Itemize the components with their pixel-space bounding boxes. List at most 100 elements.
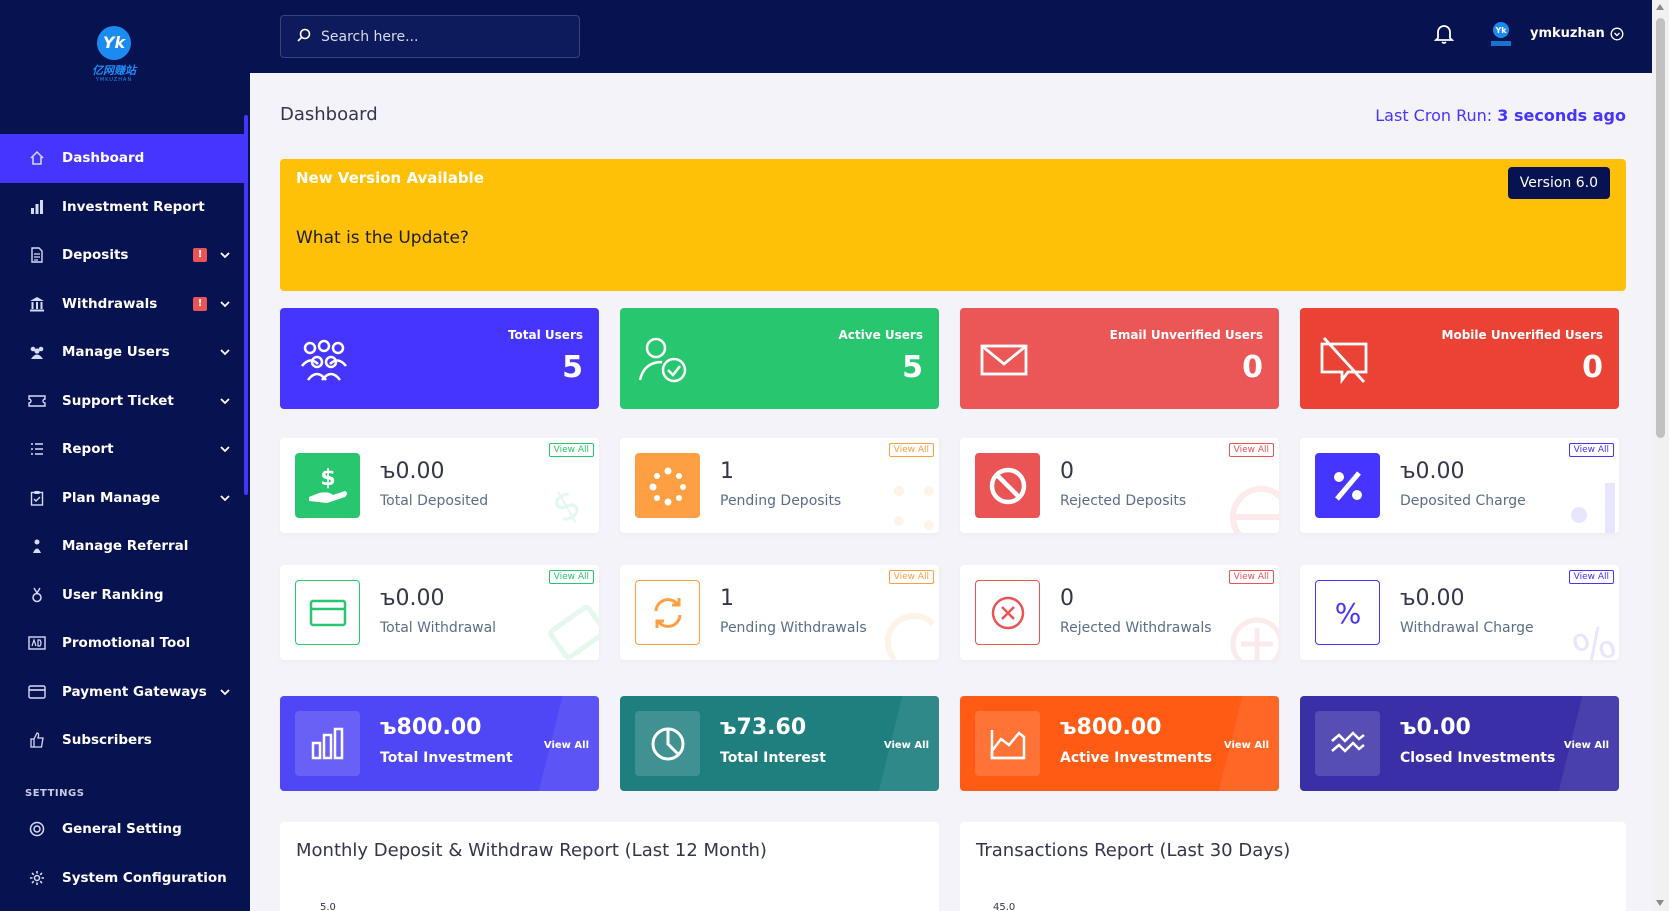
- card-total-interest[interactable]: ъ73.60 Total Interest View All: [620, 696, 939, 791]
- sidebar-item-dashboard[interactable]: Dashboard: [0, 134, 244, 183]
- ban-icon: [975, 453, 1040, 518]
- sidebar-item-report[interactable]: Report: [0, 425, 244, 474]
- sidebar-item-subscribers[interactable]: Subscribers: [0, 716, 244, 765]
- search-box: [280, 15, 580, 58]
- card-active-investments[interactable]: ъ800.00 Active Investments View All: [960, 696, 1279, 791]
- sidebar-item-payment-gateways[interactable]: Payment Gateways: [0, 668, 244, 717]
- sidebar-item-investment-report[interactable]: Investment Report: [0, 183, 244, 232]
- view-all-link[interactable]: View All: [884, 740, 929, 751]
- sidebar-item-label: Promotional Tool: [62, 635, 191, 652]
- stat-card-mobile-unverified[interactable]: Mobile Unverified Users 0: [1300, 308, 1619, 409]
- banner-title: New Version Available: [296, 169, 484, 187]
- ticket-icon: [28, 392, 46, 410]
- version-badge: Version 6.0: [1507, 167, 1610, 199]
- percent-icon: %: [1315, 580, 1380, 645]
- watermark-percent-icon: [1565, 477, 1619, 533]
- card-label: Total Withdrawal: [380, 620, 497, 636]
- username[interactable]: ymkuzhan: [1530, 26, 1605, 41]
- sidebar-item-label: Withdrawals: [62, 295, 158, 312]
- hand-money-icon: $: [295, 453, 360, 518]
- user-check-icon: [638, 336, 690, 384]
- view-all-link[interactable]: View All: [888, 443, 934, 457]
- home-icon: [28, 149, 46, 167]
- chevron-down-icon: [218, 248, 232, 262]
- card-deposited-charge[interactable]: ъ0.00 Deposited Charge View All: [1300, 438, 1619, 533]
- scroll-up-arrow-icon[interactable]: [1656, 4, 1664, 10]
- bell-icon[interactable]: [1433, 22, 1455, 44]
- avatar[interactable]: Yk: [1487, 20, 1515, 48]
- sidebar-item-plan-manage[interactable]: Plan Manage: [0, 474, 244, 523]
- view-all-link[interactable]: View All: [1568, 570, 1614, 584]
- sidebar-item-user-ranking[interactable]: User Ranking: [0, 571, 244, 620]
- stat-value: 0: [1582, 350, 1603, 385]
- card-label: Closed Investments: [1400, 750, 1556, 766]
- card-total-investment[interactable]: ъ800.00 Total Investment View All: [280, 696, 599, 791]
- stat-label: Mobile Unverified Users: [1441, 328, 1603, 342]
- scroll-down-arrow-icon[interactable]: [1656, 900, 1664, 906]
- card-pending-withdrawals[interactable]: 1 Pending Withdrawals View All: [620, 565, 939, 660]
- view-all-link[interactable]: View All: [1564, 740, 1609, 751]
- stat-card-total-users[interactable]: Total Users 5: [280, 308, 599, 409]
- chevron-circle-down-icon[interactable]: [1610, 26, 1624, 41]
- sidebar-item-manage-users[interactable]: Manage Users: [0, 328, 244, 377]
- y-axis-tick: 45.0: [993, 902, 1016, 911]
- svg-text:$: $: [320, 466, 335, 491]
- svg-text:%: %: [1566, 616, 1619, 660]
- sidebar-item-manage-referral[interactable]: Manage Referral: [0, 522, 244, 571]
- sidebar-item-label: System Configuration: [62, 869, 227, 886]
- view-all-link[interactable]: View All: [544, 740, 589, 751]
- thumbs-up-icon: [28, 731, 46, 749]
- card-label: Total Investment: [380, 750, 513, 766]
- view-all-link[interactable]: View All: [1228, 443, 1274, 457]
- view-all-link[interactable]: View All: [1224, 740, 1269, 751]
- sidebar-item-promotional-tool[interactable]: Promotional Tool: [0, 619, 244, 668]
- stat-label: Total Users: [507, 328, 583, 342]
- svg-text:$: $: [545, 480, 589, 533]
- pie-chart-icon: [635, 711, 700, 776]
- search-input[interactable]: [321, 28, 571, 45]
- card-total-deposited[interactable]: $ ъ0.00 Total Deposited View All $: [280, 438, 599, 533]
- sidebar-item-label: Manage Users: [62, 344, 170, 361]
- sidebar-scrollbar[interactable]: [244, 115, 248, 495]
- view-all-link[interactable]: View All: [548, 570, 594, 584]
- stat-label: Email Unverified Users: [1109, 328, 1263, 342]
- view-all-link[interactable]: View All: [548, 443, 594, 457]
- view-all-link[interactable]: View All: [1568, 443, 1614, 457]
- sidebar-item-withdrawals[interactable]: Withdrawals !: [0, 280, 244, 329]
- card-closed-investments[interactable]: ъ0.00 Closed Investments View All: [1300, 696, 1619, 791]
- sidebar-item-label: General Setting: [62, 821, 182, 838]
- watermark-plus-circle-icon: [1225, 604, 1279, 660]
- card-label: Total Interest: [720, 750, 826, 766]
- stat-label: Active Users: [838, 328, 923, 342]
- gear-icon: [28, 869, 46, 887]
- sync-icon: [635, 580, 700, 645]
- stat-card-email-unverified[interactable]: Email Unverified Users 0: [960, 308, 1279, 409]
- y-axis-tick: 5.0: [320, 902, 336, 911]
- watermark-ban-icon: [1225, 477, 1279, 533]
- sidebar-item-general-setting[interactable]: General Setting: [0, 805, 244, 854]
- card-value: 1: [720, 459, 734, 484]
- sidebar-item-system-configuration[interactable]: System Configuration: [0, 854, 244, 903]
- card-value: ъ0.00: [1400, 586, 1465, 611]
- card-rejected-deposits[interactable]: 0 Rejected Deposits View All: [960, 438, 1279, 533]
- svg-text:Yk: Yk: [1494, 26, 1507, 35]
- sidebar-item-support-ticket[interactable]: Support Ticket: [0, 377, 244, 426]
- view-all-link[interactable]: View All: [888, 570, 934, 584]
- sidebar-item-label: Support Ticket: [62, 392, 174, 409]
- card-value: ъ800.00: [1060, 715, 1162, 740]
- scroll-thumb[interactable]: [1656, 18, 1665, 438]
- stat-card-active-users[interactable]: Active Users 5: [620, 308, 939, 409]
- card-total-withdrawal[interactable]: ъ0.00 Total Withdrawal View All: [280, 565, 599, 660]
- page-scrollbar[interactable]: [1652, 0, 1669, 911]
- watermark-percent-icon: %: [1565, 604, 1619, 660]
- card-pending-deposits[interactable]: 1 Pending Deposits View All: [620, 438, 939, 533]
- view-all-link[interactable]: View All: [1228, 570, 1274, 584]
- sidebar-item-deposits[interactable]: Deposits !: [0, 231, 244, 280]
- card-value: ъ0.00: [380, 586, 445, 611]
- brand-mark: Yk: [97, 26, 131, 60]
- brand-logo[interactable]: Yk 亿网赚站 YMKUZHAN: [86, 26, 142, 84]
- banner-question[interactable]: What is the Update?: [296, 228, 469, 248]
- card-rejected-withdrawals[interactable]: 0 Rejected Withdrawals View All: [960, 565, 1279, 660]
- watermark-spinner-icon: [885, 477, 939, 533]
- card-withdrawal-charge[interactable]: % ъ0.00 Withdrawal Charge View All %: [1300, 565, 1619, 660]
